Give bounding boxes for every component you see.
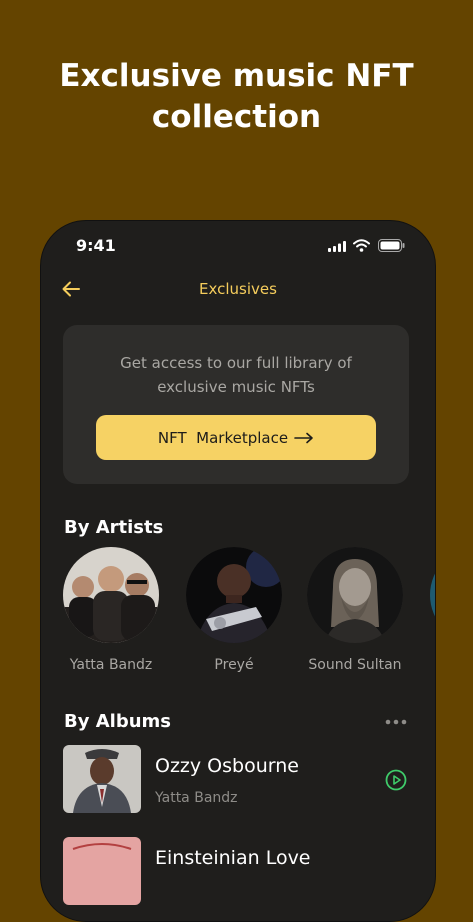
artist-item[interactable]: Preyé xyxy=(179,547,289,673)
headline-line-2: collection xyxy=(151,99,322,135)
page-title: Exclusives xyxy=(199,280,277,298)
album-title: Ozzy Osbourne xyxy=(155,755,299,777)
avatar xyxy=(307,547,403,643)
artists-carousel[interactable]: Yatta Bandz Preyé Sound Sultan xyxy=(41,547,435,677)
albums-section-title: By Albums xyxy=(64,711,171,732)
more-horizontal-icon[interactable] xyxy=(385,719,407,725)
promo-card: Get access to our full library of exclus… xyxy=(63,325,409,484)
artist-item[interactable]: Sound Sultan xyxy=(300,547,410,673)
phone-frame: 9:41 Exclusives Get access to our full l… xyxy=(40,220,436,922)
signal-icon xyxy=(328,241,346,252)
promo-text: Get access to our full library of exclus… xyxy=(63,351,409,399)
promo-text-line-2: exclusive music NFTs xyxy=(157,378,315,396)
avatar xyxy=(186,547,282,643)
album-cover xyxy=(63,745,141,813)
avatar xyxy=(430,547,435,643)
album-artist: Yatta Bandz xyxy=(155,790,238,806)
artist-name: Yatta Bandz xyxy=(69,657,153,673)
artist-name: Sound Sultan xyxy=(308,657,402,673)
artist-photo xyxy=(63,547,159,643)
headline-line-1: Exclusive music NFT xyxy=(59,58,414,94)
top-nav: Exclusives xyxy=(41,273,435,307)
album-title: Einsteinian Love xyxy=(155,847,311,869)
artist-item[interactable]: S xyxy=(423,547,435,673)
album-item[interactable]: Einsteinian Love xyxy=(63,837,413,907)
avatar xyxy=(63,547,159,643)
wifi-icon xyxy=(353,239,370,252)
artist-item[interactable]: Yatta Bandz xyxy=(56,547,166,673)
artists-section-title: By Artists xyxy=(64,517,164,538)
artist-name: S xyxy=(423,657,435,673)
artist-name: Preyé xyxy=(214,657,254,673)
play-circle-icon[interactable] xyxy=(385,769,407,791)
artist-photo xyxy=(186,547,282,643)
arrow-right-icon xyxy=(294,432,313,443)
nft-marketplace-label: NFT Marketplace xyxy=(157,428,289,447)
battery-icon xyxy=(378,239,405,252)
album-cover xyxy=(63,837,141,905)
promo-headline: Exclusive music NFT collection xyxy=(0,56,473,138)
nft-marketplace-button[interactable]: NFT Marketplace xyxy=(96,415,376,460)
status-time: 9:41 xyxy=(76,236,116,255)
promo-text-line-1: Get access to our full library of xyxy=(120,354,352,372)
status-bar: 9:41 xyxy=(41,221,435,273)
artist-photo xyxy=(307,547,403,643)
album-item[interactable]: Ozzy Osbourne Yatta Bandz xyxy=(63,745,413,815)
